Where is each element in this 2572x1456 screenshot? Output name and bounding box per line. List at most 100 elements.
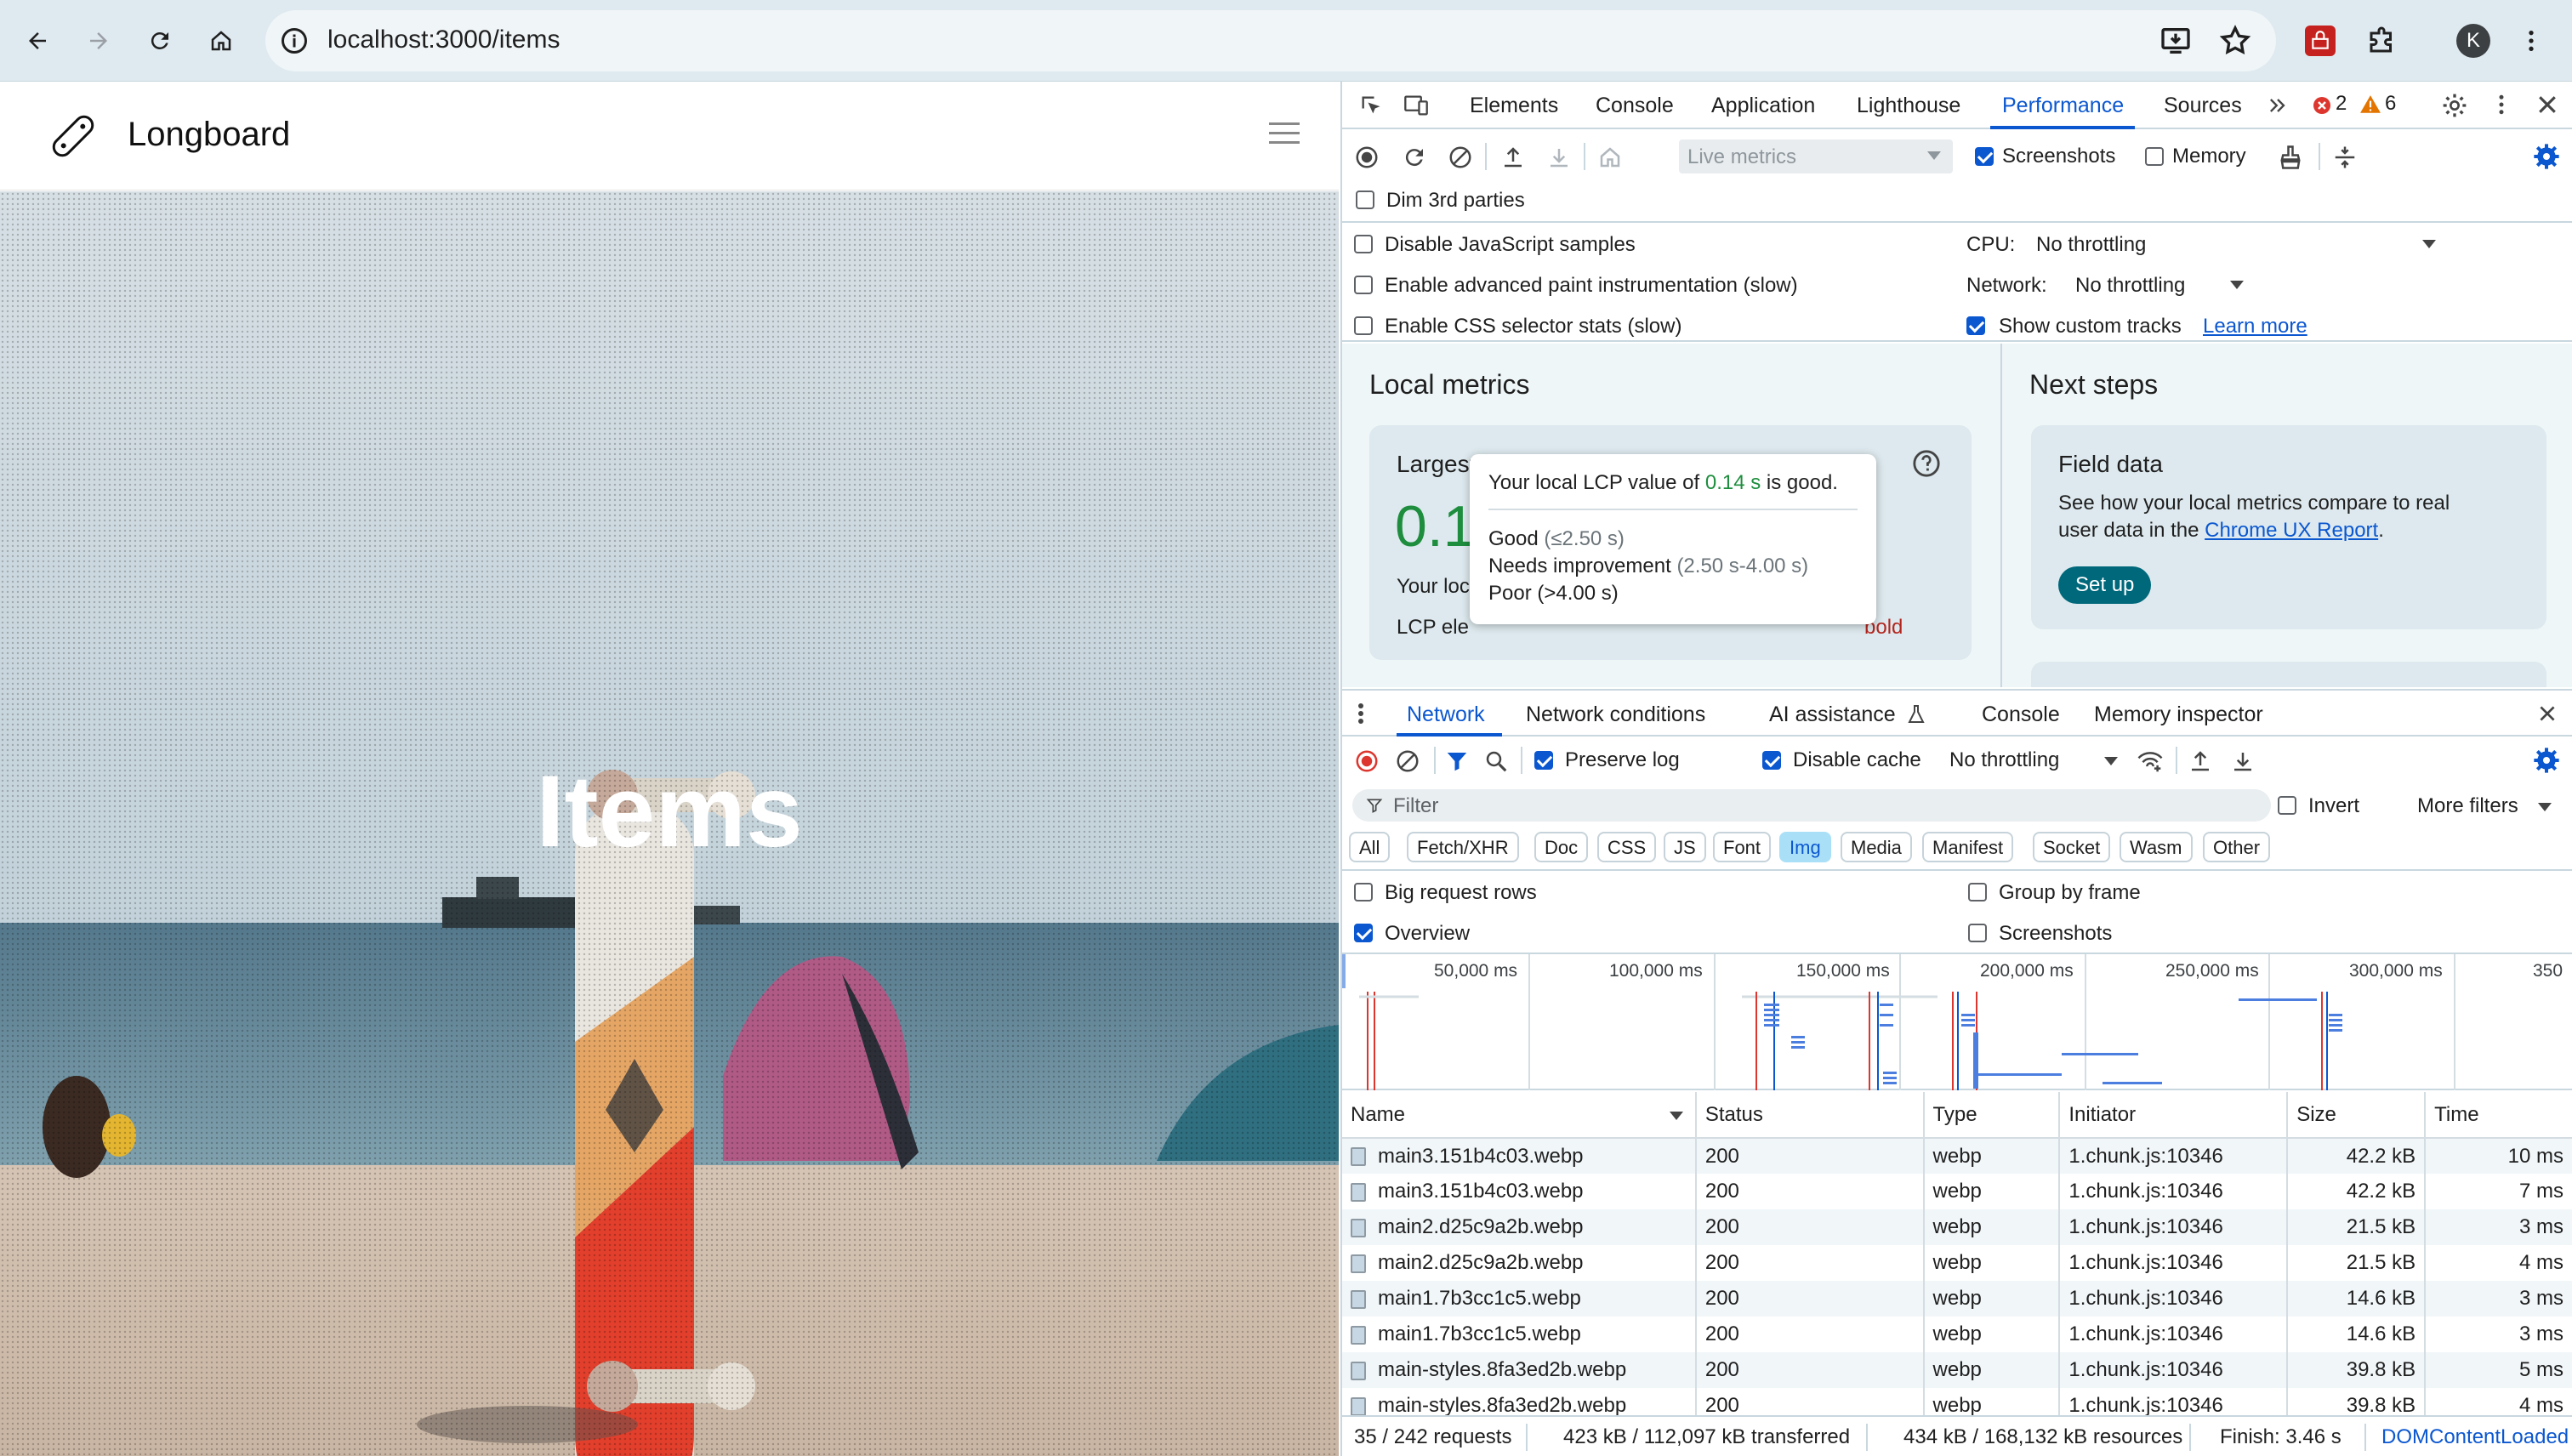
close-devtools-icon[interactable]	[2535, 92, 2560, 117]
extension-icon[interactable]	[2300, 20, 2341, 61]
drawer-tab-memory-inspector[interactable]: Memory inspector	[2094, 691, 2263, 738]
network-conditions-icon[interactable]	[2137, 748, 2164, 774]
drawer-tab-console[interactable]: Console	[1982, 691, 2060, 738]
hamburger-menu-icon[interactable]	[1269, 121, 1300, 146]
table-row[interactable]: main1.7b3cc1c5.webp 200 webp 1.chunk.js:103…	[1342, 1281, 2572, 1317]
settings-gear-icon[interactable]	[2441, 92, 2468, 119]
filter-font[interactable]: Font	[1713, 832, 1772, 862]
brand-name[interactable]: Longboard	[128, 116, 290, 154]
reload-record-icon[interactable]	[1402, 145, 1427, 170]
filter-wasm[interactable]: Wasm	[2120, 832, 2193, 862]
kebab-menu-icon[interactable]	[2511, 20, 2552, 61]
filter-socket[interactable]: Socket	[2033, 832, 2111, 862]
table-row[interactable]: main2.d25c9a2b.webp 200 webp 1.chunk.js:103…	[1342, 1209, 2572, 1245]
warning-icon[interactable]	[2359, 94, 2381, 116]
learn-more-link[interactable]: Learn more	[2203, 315, 2307, 338]
tab-sources[interactable]: Sources	[2164, 82, 2242, 129]
row-initiator[interactable]: 1.chunk.js:10346	[2059, 1209, 2289, 1245]
warning-count[interactable]: 6	[2385, 92, 2396, 116]
bookmark-star-icon[interactable]	[2218, 24, 2252, 58]
row-initiator[interactable]: 1.chunk.js:10346	[2059, 1245, 2289, 1281]
col-initiator[interactable]: Initiator	[2059, 1092, 2289, 1139]
paint-instrumentation-checkbox[interactable]	[1354, 276, 1373, 294]
more-tabs-chevron-icon[interactable]	[2266, 94, 2290, 117]
network-overview[interactable]: 50,000 ms 100,000 ms 150,000 ms 200,000 …	[1342, 953, 2572, 1090]
filter-doc[interactable]: Doc	[1534, 832, 1589, 862]
table-row[interactable]: main1.7b3cc1c5.webp 200 webp 1.chunk.js:103…	[1342, 1317, 2572, 1352]
dim-third-parties-checkbox[interactable]	[1356, 191, 1374, 209]
devtools-kebab-icon[interactable]	[2489, 92, 2514, 117]
import-har-icon[interactable]	[2188, 748, 2213, 774]
filter-input[interactable]: Filter	[1352, 789, 2271, 822]
col-time[interactable]: Time	[2425, 1092, 2572, 1139]
invert-checkbox[interactable]	[2278, 796, 2296, 815]
disable-cache-checkbox[interactable]	[1762, 751, 1781, 770]
home-icon[interactable]	[201, 20, 242, 61]
row-initiator[interactable]: 1.chunk.js:10346	[2059, 1138, 2289, 1174]
chrome-ux-report-link[interactable]: Chrome UX Report	[2205, 519, 2378, 542]
puzzle-icon[interactable]	[2361, 20, 2402, 61]
filter-manifest[interactable]: Manifest	[1922, 832, 2014, 862]
search-icon[interactable]	[1483, 748, 1509, 774]
url-text[interactable]: localhost:3000/items	[327, 26, 560, 54]
tab-application[interactable]: Application	[1711, 82, 1815, 129]
table-row[interactable]: main-styles.8fa3ed2b.webp 200 webp 1.chunk.…	[1342, 1352, 2572, 1388]
forward-icon[interactable]	[78, 20, 119, 61]
site-info-icon[interactable]	[279, 26, 310, 56]
tab-performance[interactable]: Performance	[2002, 82, 2124, 129]
install-app-icon[interactable]	[2159, 24, 2193, 58]
throttling-chevron-down-icon[interactable]	[2104, 757, 2118, 767]
more-filters-dropdown[interactable]: More filters	[2417, 794, 2518, 818]
stop-recording-icon[interactable]	[1354, 748, 1380, 774]
reload-icon[interactable]	[139, 20, 180, 61]
filter-funnel-icon[interactable]	[1444, 748, 1470, 774]
drawer-tab-network-conditions[interactable]: Network conditions	[1526, 691, 1705, 738]
network-settings-gear-icon[interactable]	[2533, 747, 2560, 774]
table-row[interactable]: main-styles.8fa3ed2b.webp 200 webp 1.chunk.…	[1342, 1388, 2572, 1415]
set-up-button[interactable]: Set up	[2058, 566, 2152, 604]
row-initiator[interactable]: 1.chunk.js:10346	[2059, 1281, 2289, 1317]
tab-elements[interactable]: Elements	[1470, 82, 1558, 129]
custom-tracks-checkbox[interactable]	[1966, 316, 1985, 335]
address-bar[interactable]: localhost:3000/items	[265, 10, 2276, 71]
preserve-log-checkbox[interactable]	[1534, 751, 1553, 770]
css-stats-checkbox[interactable]	[1354, 316, 1373, 335]
table-row[interactable]: main3.151b4c03.webp 200 webp 1.chunk.js:103…	[1342, 1138, 2572, 1174]
network-throttling-dropdown[interactable]: No throttling	[1949, 748, 2059, 772]
profile-avatar[interactable]: K	[2453, 20, 2494, 61]
device-toolbar-icon[interactable]	[1403, 94, 1429, 117]
cpu-throttling-select[interactable]: No throttling	[2036, 233, 2146, 257]
filter-css[interactable]: CSS	[1597, 832, 1657, 862]
row-initiator[interactable]: 1.chunk.js:10346	[2059, 1317, 2289, 1352]
screenshots-checkbox[interactable]	[1975, 147, 1994, 166]
disable-js-checkbox[interactable]	[1354, 235, 1373, 253]
cpu-chevron-down-icon[interactable]	[2422, 240, 2436, 250]
filter-img[interactable]: Img	[1779, 832, 1831, 862]
filter-fetch-xhr[interactable]: Fetch/XHR	[1407, 832, 1519, 862]
col-status[interactable]: Status	[1695, 1092, 1925, 1139]
row-initiator[interactable]: 1.chunk.js:10346	[2059, 1352, 2289, 1388]
col-name[interactable]: Name	[1342, 1092, 1697, 1139]
big-request-rows-checkbox[interactable]	[1354, 883, 1373, 901]
tab-lighthouse[interactable]: Lighthouse	[1857, 82, 1960, 129]
tab-console[interactable]: Console	[1596, 82, 1674, 129]
error-icon[interactable]	[2312, 95, 2332, 116]
upload-icon[interactable]	[1500, 145, 1526, 170]
broom-icon[interactable]	[2278, 145, 2303, 170]
record-icon[interactable]	[1354, 145, 1380, 170]
network-screenshots-checkbox[interactable]	[1968, 924, 1987, 942]
overview-checkbox[interactable]	[1354, 924, 1373, 942]
col-type[interactable]: Type	[1923, 1092, 2061, 1139]
clear-network-icon[interactable]	[1395, 748, 1420, 774]
drawer-menu-icon[interactable]	[1357, 702, 1364, 725]
export-har-icon[interactable]	[2230, 748, 2256, 774]
help-icon[interactable]	[1912, 449, 1941, 478]
network-chevron-down-icon[interactable]	[2230, 281, 2244, 291]
filter-other[interactable]: Other	[2203, 832, 2271, 862]
clear-icon[interactable]	[1448, 145, 1473, 170]
group-by-frame-checkbox[interactable]	[1968, 883, 1987, 901]
error-count[interactable]: 2	[2336, 92, 2347, 116]
col-size[interactable]: Size	[2287, 1092, 2427, 1139]
row-initiator[interactable]: 1.chunk.js:10346	[2059, 1388, 2289, 1415]
more-filters-chevron-icon[interactable]	[2538, 803, 2552, 813]
